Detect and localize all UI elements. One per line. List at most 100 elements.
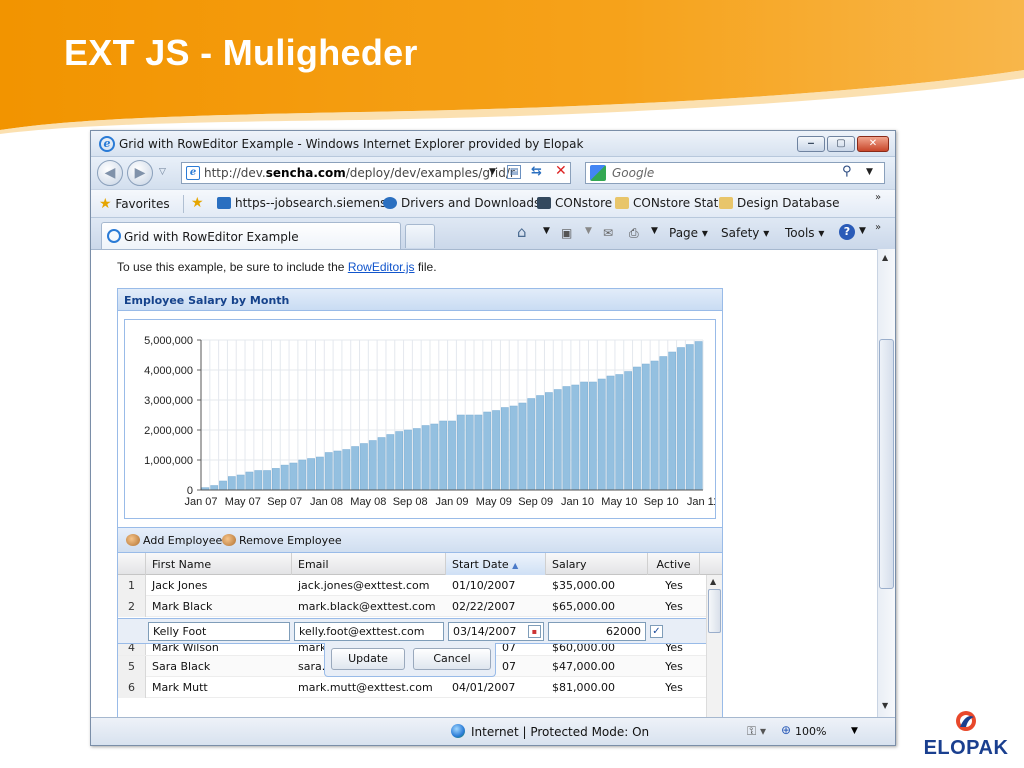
cell-salary[interactable]: $47,000.00: [546, 656, 648, 677]
cell-email[interactable]: mark.black@exttest.com: [292, 596, 446, 617]
chart-bar: [571, 384, 580, 491]
close-button[interactable]: ✕: [857, 136, 889, 152]
mail-icon[interactable]: ✉: [603, 226, 613, 240]
add-favorite-icon[interactable]: ★: [191, 195, 204, 211]
grid-scrollbar[interactable]: ▲: [706, 575, 722, 717]
search-box[interactable]: Google ⚲ ▼: [585, 162, 885, 184]
maximize-button[interactable]: ▢: [827, 136, 855, 152]
page-menu[interactable]: Page ▾: [669, 226, 708, 240]
search-dropdown-icon[interactable]: ▼: [866, 167, 873, 177]
chevron-right-icon[interactable]: »: [875, 222, 881, 233]
scroll-down-icon[interactable]: ▼: [882, 701, 888, 710]
cell-active[interactable]: Yes: [648, 575, 700, 596]
folder-icon: [615, 197, 629, 209]
safety-menu[interactable]: Safety ▾: [721, 226, 769, 240]
col-email[interactable]: Email: [292, 553, 446, 575]
security-icon[interactable]: ⚿ ▾: [747, 724, 766, 739]
first-name-field[interactable]: Kelly Foot: [148, 622, 290, 641]
calendar-icon[interactable]: ▪: [528, 625, 541, 638]
scroll-up-icon[interactable]: ▲: [882, 253, 888, 262]
col-salary[interactable]: Salary: [546, 553, 648, 575]
cell-salary[interactable]: $81,000.00: [546, 677, 648, 698]
cell-active[interactable]: Yes: [648, 644, 700, 655]
table-row[interactable]: 2 Mark Black mark.black@exttest.com 02/2…: [118, 596, 706, 617]
minimize-button[interactable]: ‒: [797, 136, 825, 152]
cell-start-date[interactable]: 01/10/2007: [446, 575, 546, 596]
col-active[interactable]: Active: [648, 553, 700, 575]
print-icon[interactable]: ⎙: [629, 226, 639, 241]
forward-icon[interactable]: ▶: [127, 160, 153, 186]
cell-first-name[interactable]: Jack Jones: [146, 575, 292, 596]
cell-start-date[interactable]: 02/22/2007: [446, 596, 546, 617]
tools-menu[interactable]: Tools ▾: [785, 226, 824, 240]
back-icon[interactable]: ◀: [97, 160, 123, 186]
cell-first-name[interactable]: Sara Black: [146, 656, 292, 677]
chart-bar: [553, 389, 562, 491]
chart-bar: [298, 459, 307, 491]
fav-item-drivers[interactable]: Drivers and Downloads: [383, 196, 540, 210]
cell-first-name[interactable]: Mark Mutt: [146, 677, 292, 698]
zoom-icon[interactable]: ⊕: [781, 723, 791, 737]
scroll-up-icon[interactable]: ▲: [710, 577, 716, 586]
chevron-right-icon[interactable]: »: [875, 192, 881, 203]
active-checkbox[interactable]: ✓: [650, 625, 663, 638]
roweditor-link[interactable]: RowEditor.js: [348, 260, 415, 274]
favorites-button[interactable]: ★ Favorites: [99, 196, 170, 212]
page-scrollbar[interactable]: ▲ ▼: [877, 249, 895, 717]
y-tick-label: 4,000,000: [144, 365, 193, 377]
new-tab-button[interactable]: [405, 224, 435, 248]
add-employee-button[interactable]: Add Employee: [126, 534, 222, 547]
cell-start-date[interactable]: 07: [496, 644, 546, 655]
cell-email[interactable]: jack.jones@exttest.com: [292, 575, 446, 596]
page-scroll-thumb[interactable]: [879, 339, 894, 589]
search-icon[interactable]: ⚲: [842, 164, 852, 179]
feed-icon[interactable]: ▣: [561, 226, 572, 240]
address-dropdown-icon[interactable]: ▼: [489, 167, 496, 177]
zoom-dropdown-icon[interactable]: ▼: [851, 726, 858, 736]
remove-employee-button[interactable]: Remove Employee: [222, 534, 342, 547]
zoom-level[interactable]: 100%: [795, 725, 826, 738]
chart-bar: [236, 474, 245, 491]
page-icon: e: [186, 166, 200, 180]
home-icon[interactable]: ⌂: [517, 223, 527, 241]
feed-dropdown-icon[interactable]: ▼: [585, 226, 592, 236]
chart-bar: [342, 449, 351, 491]
stop-icon[interactable]: ✕: [555, 163, 567, 179]
cell-email[interactable]: mark.mutt@exttest.com: [292, 677, 446, 698]
salary-field[interactable]: 62000: [548, 622, 646, 641]
col-first-name[interactable]: First Name: [146, 553, 292, 575]
history-dropdown-icon[interactable]: ▽: [159, 167, 166, 177]
col-start-date[interactable]: Start Date ▲: [446, 553, 546, 575]
email-field[interactable]: kelly.foot@exttest.com: [294, 622, 444, 641]
refresh-icon[interactable]: ⇆: [531, 164, 542, 179]
tab-grid-roweditor[interactable]: Grid with RowEditor Example: [101, 222, 401, 250]
cell-first-name[interactable]: Mark Black: [146, 596, 292, 617]
chart-bar: [307, 458, 315, 491]
slide-title: EXT JS - Muligheder: [64, 32, 418, 73]
table-row[interactable]: 1 Jack Jones jack.jones@exttest.com 01/1…: [118, 575, 706, 596]
cell-salary[interactable]: $65,000.00: [546, 596, 648, 617]
cell-active[interactable]: Yes: [648, 677, 700, 698]
cell-active[interactable]: Yes: [648, 656, 700, 677]
cell-salary[interactable]: $60,000.00: [546, 644, 648, 655]
cell-active[interactable]: Yes: [648, 596, 700, 617]
grid-scroll-thumb[interactable]: [708, 589, 721, 633]
cell-salary[interactable]: $35,000.00: [546, 575, 648, 596]
cell-start-date[interactable]: 04/01/2007: [446, 677, 546, 698]
window-titlebar[interactable]: e Grid with RowEditor Example - Windows …: [91, 131, 895, 157]
print-dropdown-icon[interactable]: ▼: [651, 226, 658, 236]
fav-item-constore-stat[interactable]: CONstore Stat: [615, 196, 718, 210]
chart-bar: [272, 468, 280, 491]
table-row[interactable]: 6 Mark Mutt mark.mutt@exttest.com 04/01/…: [118, 677, 706, 698]
cell-first-name[interactable]: Mark Wilson: [146, 644, 292, 655]
fav-item-jobsearch[interactable]: https--jobsearch.siemens: [217, 196, 386, 210]
compat-icon[interactable]: ▤: [507, 165, 521, 179]
help-dropdown-icon[interactable]: ▼: [859, 226, 866, 236]
cancel-button[interactable]: Cancel: [413, 648, 491, 670]
help-icon[interactable]: ?: [839, 224, 855, 240]
fav-item-design-database[interactable]: Design Database: [719, 196, 840, 210]
fav-item-constore[interactable]: CONstore: [537, 196, 612, 210]
home-dropdown-icon[interactable]: ▼: [543, 226, 550, 236]
cell-start-date[interactable]: 07: [496, 656, 546, 677]
update-button[interactable]: Update: [331, 648, 405, 670]
